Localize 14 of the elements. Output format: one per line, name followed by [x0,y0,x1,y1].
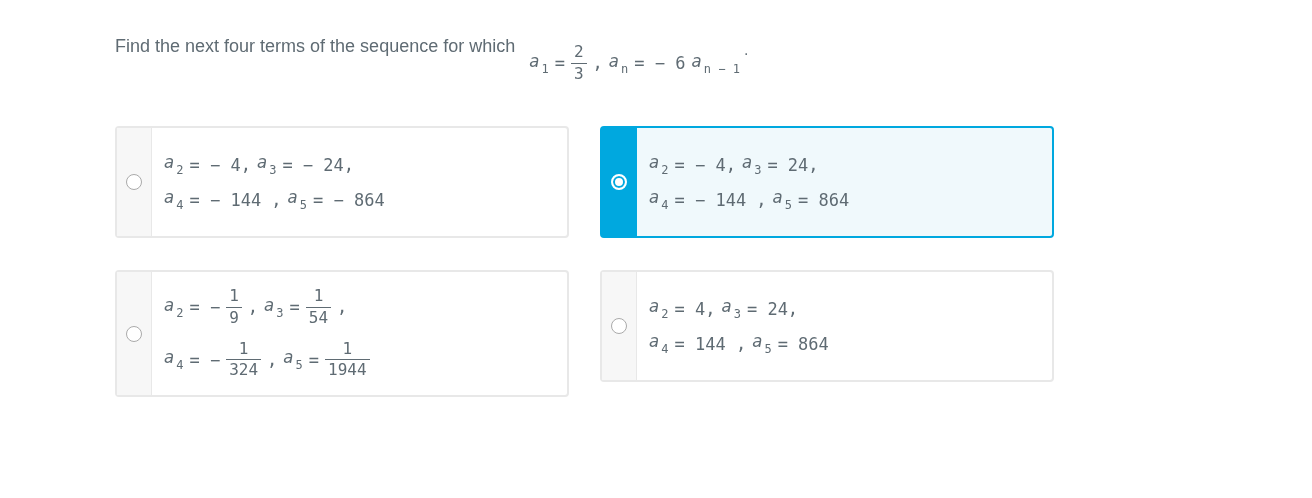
answer-option[interactable]: a$_{2}$ = − 4, a$_{3}$ = − 24, a$_{4}$ = − 144 , a$_{5}$ = − 864 [115,126,569,238]
formula-line: a$_{2}$ = − 4, a$_{3}$ = 24, [649,152,820,177]
period: . [743,42,749,58]
formula-line: a$_{4}$ = − 144 , a$_{5}$ = 864 [649,187,850,212]
radio-button[interactable] [126,174,142,190]
radio-button[interactable] [611,318,627,334]
radio-button[interactable] [126,325,142,342]
formula-line: a$_{2}$ = 4, a$_{3}$ = 24, [649,296,800,321]
formula-line: a$_{4}$ = 144 , a$_{5}$ = 864 [649,331,829,356]
formula-line: a$_{2}$ = − 4, a$_{3}$ = − 24, [164,152,356,177]
formula-line: a$_{4}$ = − 144 , a$_{5}$ = − 864 [164,187,385,212]
answer-option[interactable]: a$_{2}$ = − 4, a$_{3}$ = 24, a$_{4}$ = − 144 , a$_{5}$ = 864 [600,126,1054,238]
question-text: Find the next four terms of the sequence for which [115,36,516,57]
answer-option[interactable]: a$_{2}$ = 4, a$_{3}$ = 24, a$_{4}$ = 144 , a$_{5}$ = 864 [600,270,1054,382]
